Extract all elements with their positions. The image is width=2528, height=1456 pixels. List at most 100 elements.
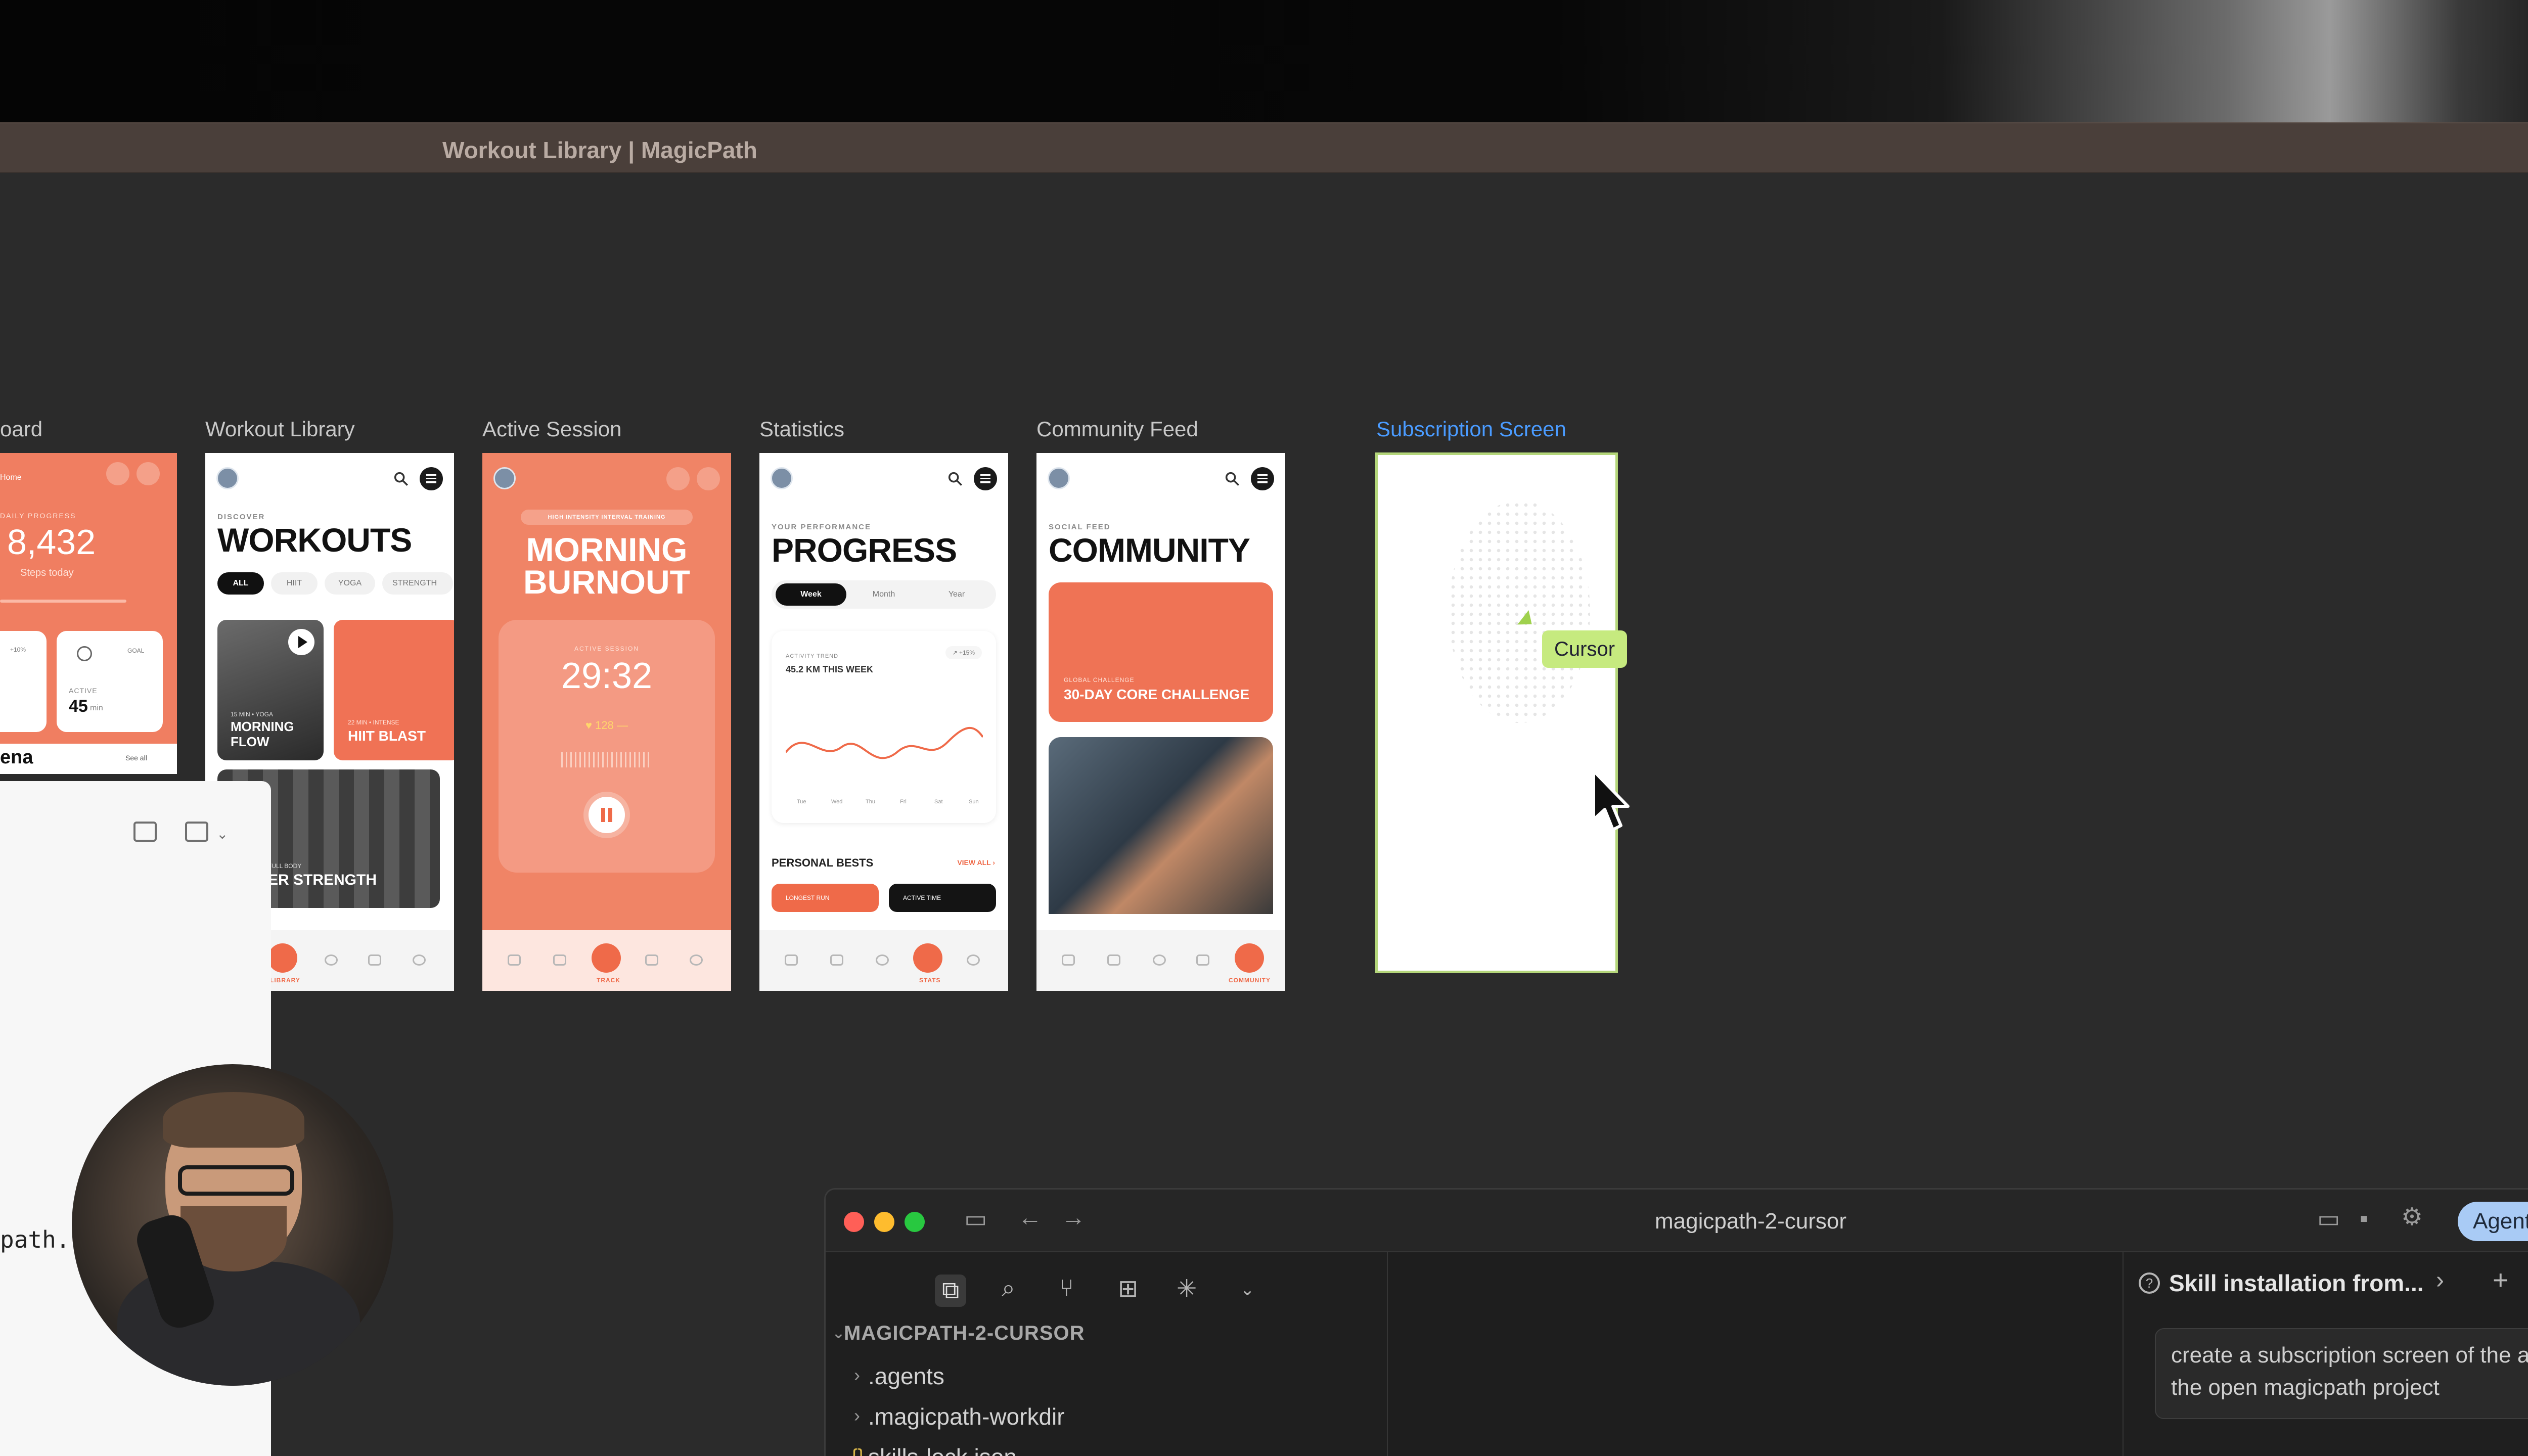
forward-arrow-icon[interactable]: → xyxy=(1061,1204,1086,1232)
files-icon[interactable]: ⧉ xyxy=(935,1275,967,1307)
challenge-card[interactable]: GLOBAL CHALLENGE 30-DAY CORE CHALLENGE xyxy=(1049,582,1273,722)
json-file-icon: {} xyxy=(851,1445,865,1456)
tree-item-skills-lock[interactable]: skills-lock.json xyxy=(868,1443,1017,1456)
code-fragment: path. xyxy=(0,1226,70,1253)
statistics-frame[interactable]: YOUR PERFORMANCE PROGRESS Week Month Yea… xyxy=(759,453,1008,991)
pb-card-active-time[interactable]: ACTIVE TIME xyxy=(889,884,996,912)
menu-icon[interactable] xyxy=(974,467,997,490)
play-icon[interactable] xyxy=(288,629,314,655)
view-all-link[interactable]: VIEW ALL › xyxy=(957,858,995,867)
chevron-right-icon[interactable]: › xyxy=(854,1364,860,1386)
tab-community-icon[interactable] xyxy=(690,954,703,966)
chevron-down-icon[interactable]: ⌄ xyxy=(832,1323,845,1342)
active-session-frame[interactable]: HIGH INTENSITY INTERVAL TRAINING MORNING… xyxy=(482,453,731,991)
chevron-right-icon[interactable]: › xyxy=(2436,1266,2444,1294)
community-post-image[interactable] xyxy=(1049,737,1273,914)
back-arrow-icon[interactable]: ← xyxy=(1018,1204,1042,1232)
frame-label-statistics[interactable]: Statistics xyxy=(759,417,844,441)
chevron-right-icon[interactable]: › xyxy=(854,1405,860,1426)
avatar[interactable] xyxy=(493,467,516,489)
new-chat-plus-icon[interactable]: + xyxy=(2493,1264,2509,1296)
frame-label-dashboard[interactable]: oard xyxy=(0,417,42,441)
seg-week[interactable]: Week xyxy=(776,583,846,606)
session-title-line1: MORNING xyxy=(526,531,688,568)
panel-toggle-icon[interactable]: ▭ xyxy=(2317,1205,2340,1233)
minimize-window-button[interactable] xyxy=(874,1212,894,1232)
extensions-icon[interactable]: ⊞ xyxy=(1118,1275,1138,1303)
dashboard-frame[interactable]: Home DAILY PROGRESS 8,432 Steps today +1… xyxy=(0,453,177,744)
tab-track-icon[interactable] xyxy=(876,954,889,966)
tab-timer-icon[interactable] xyxy=(325,954,338,966)
chip-yoga[interactable]: YOGA xyxy=(325,572,375,595)
menu-icon[interactable] xyxy=(697,467,720,490)
tab-library-icon[interactable] xyxy=(1107,954,1120,966)
seg-year[interactable]: Year xyxy=(921,583,992,606)
close-window-button[interactable] xyxy=(844,1212,864,1232)
tab-home-icon[interactable] xyxy=(508,954,521,966)
tab-community-icon[interactable] xyxy=(413,954,426,966)
tab-library-icon[interactable] xyxy=(268,943,297,973)
tab-library-icon[interactable] xyxy=(830,954,843,966)
workout-card-morning-flow[interactable]: 15 MIN • YOGA MORNING FLOW xyxy=(217,620,324,760)
tab-library-icon[interactable] xyxy=(553,954,566,966)
chevron-down-icon[interactable]: ⌄ xyxy=(216,826,228,842)
tree-item-magicpath-workdir[interactable]: .magicpath-workdir xyxy=(868,1403,1065,1430)
frame-label-subscription-screen[interactable]: Subscription Screen xyxy=(1376,417,1566,441)
stat-card-left[interactable]: +10% xyxy=(0,631,47,732)
avatar[interactable] xyxy=(216,467,239,489)
chat-tab-title[interactable]: Skill installation from... xyxy=(2169,1269,2424,1297)
frame-label-active-session[interactable]: Active Session xyxy=(482,417,621,441)
tab-stats-icon[interactable] xyxy=(913,943,942,973)
active-stat-card[interactable]: GOAL ACTIVE 45 min xyxy=(57,631,163,732)
gear-icon[interactable]: ⚙ xyxy=(2401,1203,2423,1231)
loading-dot-pattern xyxy=(1449,500,1590,723)
search-icon[interactable] xyxy=(666,467,690,490)
bell-icon[interactable] xyxy=(137,462,160,485)
tab-stats-icon[interactable] xyxy=(645,954,658,966)
frame-label-community-feed[interactable]: Community Feed xyxy=(1036,417,1198,441)
sparkle-icon[interactable]: ✳ xyxy=(1177,1275,1197,1303)
chip-all[interactable]: ALL xyxy=(217,572,264,595)
phone-header xyxy=(493,467,720,491)
chevron-down-icon[interactable]: ⌄ xyxy=(1240,1280,1255,1300)
tab-community-icon[interactable] xyxy=(1235,943,1264,973)
chip-strength[interactable]: STRENGTH xyxy=(382,572,453,595)
pb-card-longest-run[interactable]: LONGEST RUN xyxy=(772,884,879,912)
chat-prompt-message[interactable]: create a subscription screen of the app … xyxy=(2155,1328,2528,1419)
page-title: WORKOUTS xyxy=(217,521,412,559)
tab-stats-icon[interactable] xyxy=(368,954,381,966)
search-icon[interactable]: ⌕ xyxy=(1002,1275,1015,1303)
chip-hiit[interactable]: HIIT xyxy=(271,572,318,595)
search-icon[interactable] xyxy=(946,470,964,487)
tab-track-icon[interactable] xyxy=(592,943,621,973)
phone-header xyxy=(1048,467,1274,491)
steps-value: 8,432 xyxy=(7,522,96,562)
tree-item-agents[interactable]: .agents xyxy=(868,1362,944,1390)
frame-label-workout-library[interactable]: Workout Library xyxy=(205,417,355,441)
search-icon[interactable] xyxy=(106,462,129,485)
document-icon[interactable] xyxy=(133,822,157,842)
tab-track-icon[interactable] xyxy=(1153,954,1166,966)
tab-stats-icon[interactable] xyxy=(1196,954,1209,966)
maximize-window-button[interactable] xyxy=(905,1212,925,1232)
tab-home-icon[interactable] xyxy=(1062,954,1075,966)
avatar[interactable] xyxy=(1048,467,1070,489)
chat-icon[interactable]: ▪ xyxy=(2360,1205,2368,1233)
agents-window-button[interactable]: Agents Win xyxy=(2458,1202,2528,1241)
search-icon[interactable] xyxy=(1224,470,1241,487)
pause-button[interactable] xyxy=(583,792,630,838)
tab-home-icon[interactable] xyxy=(785,954,798,966)
tab-community-icon[interactable] xyxy=(967,954,980,966)
menu-icon[interactable] xyxy=(420,467,443,490)
source-control-icon[interactable]: ⑂ xyxy=(1059,1275,1074,1302)
project-title[interactable]: MAGICPATH-2-CURSOR xyxy=(844,1322,1085,1345)
layout-toggle-icon[interactable] xyxy=(185,822,208,842)
subscription-screen-frame[interactable] xyxy=(1375,452,1618,973)
workout-card-hiit-blast[interactable]: 22 MIN • INTENSE HIIT BLAST xyxy=(334,620,454,760)
menu-icon[interactable] xyxy=(1251,467,1274,490)
search-icon[interactable] xyxy=(392,470,410,487)
sidebar-toggle-icon[interactable]: ▭ xyxy=(964,1205,987,1233)
avatar[interactable] xyxy=(771,467,793,489)
seg-month[interactable]: Month xyxy=(848,583,919,606)
community-feed-frame[interactable]: SOCIAL FEED COMMUNITY GLOBAL CHALLENGE 3… xyxy=(1036,453,1285,991)
